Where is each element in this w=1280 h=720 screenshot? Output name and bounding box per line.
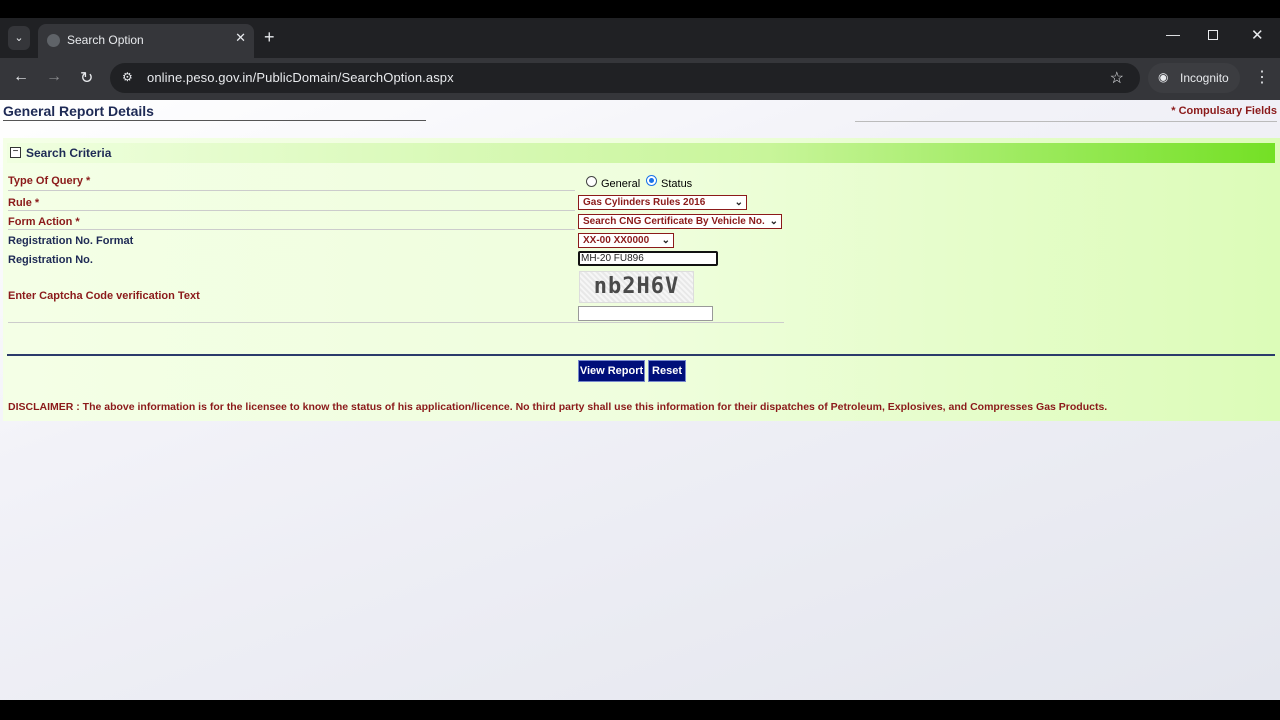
status-radio-label: Status xyxy=(661,178,693,190)
screen-bottom-bar xyxy=(0,700,1280,720)
form-action-label: Form Action * xyxy=(8,216,80,228)
reg-format-select-value: XX-00 XX0000 xyxy=(583,235,650,246)
search-panel: − Search Criteria Type Of Query * Genera… xyxy=(3,138,1280,421)
disclaimer-text: DISCLAIMER : The above information is fo… xyxy=(8,401,1108,413)
type-of-query-label: Type Of Query * xyxy=(8,175,91,187)
page-title: General Report Details xyxy=(3,103,154,119)
form-action-select-value: Search CNG Certificate By Vehicle No. xyxy=(583,216,765,227)
row-divider xyxy=(8,190,575,191)
globe-icon xyxy=(47,34,60,47)
rule-select-value: Gas Cylinders Rules 2016 xyxy=(583,197,706,208)
row-divider xyxy=(8,229,575,230)
incognito-label: Incognito xyxy=(1180,71,1229,85)
reg-format-label: Registration No. Format xyxy=(8,235,134,247)
general-radio[interactable] xyxy=(586,176,597,187)
rule-select[interactable]: Gas Cylinders Rules 2016 ⌄ xyxy=(578,195,747,210)
status-radio[interactable] xyxy=(646,175,657,186)
page-content: General Report Details * Compulsary Fiel… xyxy=(0,100,1280,700)
view-report-button[interactable]: View Report xyxy=(578,360,645,382)
rule-label: Rule * xyxy=(8,197,40,209)
row-divider xyxy=(8,210,575,211)
tab-title: Search Option xyxy=(67,33,144,47)
row-divider xyxy=(8,322,784,323)
site-info-icon[interactable]: ⚙ xyxy=(122,70,133,84)
captcha-label: Enter Captcha Code verification Text xyxy=(8,290,200,302)
search-criteria-header: − Search Criteria xyxy=(7,143,1275,163)
captcha-input[interactable] xyxy=(578,306,713,321)
close-icon[interactable]: ✕ xyxy=(235,30,246,46)
reload-icon[interactable]: ↻ xyxy=(80,68,93,88)
section-title: Search Criteria xyxy=(26,146,112,160)
reg-format-select[interactable]: XX-00 XX0000 ⌄ xyxy=(578,233,674,248)
new-tab-button[interactable]: + xyxy=(264,27,275,48)
url-text[interactable]: online.peso.gov.in/PublicDomain/SearchOp… xyxy=(147,70,454,85)
browser-tab[interactable]: Search Option ✕ xyxy=(38,24,254,58)
compulsory-note: * Compulsary Fields xyxy=(1171,105,1277,117)
reg-no-input[interactable]: MH-20 FU896 xyxy=(578,251,718,266)
form-separator xyxy=(7,354,1275,356)
bookmark-star-icon[interactable]: ☆ xyxy=(1110,68,1124,88)
chevron-down-icon: ⌄ xyxy=(769,216,778,227)
reset-button[interactable]: Reset xyxy=(648,360,686,382)
compulsory-underline xyxy=(855,121,1277,122)
form-action-select[interactable]: Search CNG Certificate By Vehicle No. ⌄ xyxy=(578,214,782,229)
browser-tabstrip: ⌄ Search Option ✕ + — ✕ xyxy=(0,18,1280,58)
chevron-down-icon: ⌄ xyxy=(661,235,670,246)
browser-toolbar: ← → ↻ ⚙ online.peso.gov.in/PublicDomain/… xyxy=(0,58,1280,100)
minimize-button[interactable]: — xyxy=(1166,26,1180,42)
general-radio-label: General xyxy=(601,178,641,190)
title-underline xyxy=(3,120,426,121)
captcha-image: nb2H6V xyxy=(579,271,694,303)
incognito-badge[interactable]: ◉ Incognito xyxy=(1148,63,1240,93)
window-close-button[interactable]: ✕ xyxy=(1251,26,1264,44)
incognito-icon: ◉ xyxy=(1158,70,1169,84)
back-icon[interactable]: ← xyxy=(13,68,29,86)
address-bar[interactable]: ⚙ online.peso.gov.in/PublicDomain/Search… xyxy=(110,63,1140,93)
restore-button[interactable] xyxy=(1208,30,1218,40)
browser-menu-icon[interactable]: ⋮ xyxy=(1254,67,1270,87)
chevron-down-icon: ⌄ xyxy=(734,197,743,208)
forward-icon[interactable]: → xyxy=(46,68,62,86)
collapse-icon[interactable]: − xyxy=(10,147,21,158)
tab-search-menu-button[interactable]: ⌄ xyxy=(8,26,30,50)
screen-top-bar xyxy=(0,0,1280,18)
reg-no-label: Registration No. xyxy=(8,254,93,266)
